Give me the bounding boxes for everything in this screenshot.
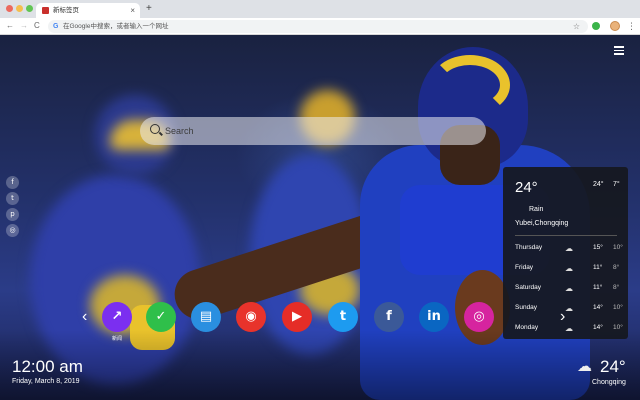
side-social-bar: f t p ◎ xyxy=(6,176,19,240)
forecast-low: 8° xyxy=(613,264,620,271)
clock-date: Friday, March 8, 2019 xyxy=(12,378,80,385)
forecast-row: Thursday ☁ 15° 10° xyxy=(515,241,623,261)
twitter-icon[interactable]: t xyxy=(328,302,358,332)
address-bar-placeholder: 在Google中搜索，或者输入一个网址 xyxy=(63,23,169,30)
tab-close-icon[interactable]: × xyxy=(130,5,135,16)
clock-time: 12:00 am xyxy=(12,357,83,376)
check-app-icon[interactable]: ✓ xyxy=(146,302,176,332)
forecast-day: Friday xyxy=(515,264,534,271)
forward-button[interactable]: → xyxy=(20,20,28,32)
forecast-high: 14° xyxy=(593,304,603,311)
cloud-icon: ☁ xyxy=(565,284,573,293)
game-app-icon[interactable]: ◉ xyxy=(236,302,266,332)
shortcut-label: 新闻 xyxy=(111,336,122,342)
forecast-low: 10° xyxy=(613,244,623,251)
forecast-day: Thursday xyxy=(515,244,543,251)
mini-weather-cloud-icon[interactable]: ☁ xyxy=(577,358,592,376)
reload-button[interactable]: C xyxy=(34,20,40,32)
extension-icon[interactable] xyxy=(592,22,600,30)
helmet-horn xyxy=(430,55,510,115)
forecast-row: Friday ☁ 11° 8° xyxy=(515,261,619,281)
new-tab-button[interactable]: + xyxy=(146,3,152,15)
shortcuts-prev-arrow[interactable]: ‹ xyxy=(82,307,87,327)
weather-location: Yubei,Chongqing xyxy=(515,220,569,227)
weather-condition: Rain xyxy=(529,206,544,213)
youtube-icon[interactable]: ▶ xyxy=(282,302,312,332)
close-window-button[interactable] xyxy=(6,5,13,12)
forecast-high: 15° xyxy=(593,244,603,251)
minimize-window-button[interactable] xyxy=(16,5,23,12)
browser-tab[interactable]: 新标签页 × xyxy=(36,3,140,18)
cloud-icon: ☁ xyxy=(565,264,573,273)
hamburger-menu-icon[interactable] xyxy=(614,46,624,55)
search-input[interactable] xyxy=(165,123,465,139)
address-bar[interactable]: G 在Google中搜索，或者输入一个网址 ☆ xyxy=(48,20,588,33)
mini-weather-city: Chongqing xyxy=(592,379,626,386)
forecast-high: 14° xyxy=(593,324,603,331)
forecast-low: 8° xyxy=(613,284,620,291)
current-temperature: 24° xyxy=(515,179,538,196)
forecast-high: 11° xyxy=(593,284,603,291)
facebook-icon[interactable]: f xyxy=(6,176,19,189)
maximize-window-button[interactable] xyxy=(26,5,33,12)
tab-favicon-icon xyxy=(42,7,49,14)
today-high: 24° xyxy=(593,181,604,188)
search-bar[interactable] xyxy=(140,117,486,145)
twitter-icon[interactable]: t xyxy=(6,192,19,205)
mini-weather-temp[interactable]: 24° xyxy=(600,357,626,377)
cloud-icon: ☁ xyxy=(565,244,573,253)
linkedin-icon[interactable]: in xyxy=(419,302,449,332)
tab-title: 新标签页 xyxy=(53,7,79,14)
shortcuts-next-arrow[interactable]: › xyxy=(560,307,565,327)
forecast-row: Saturday ☁ 11° 8° xyxy=(515,281,619,301)
forecast-high: 11° xyxy=(593,264,603,271)
instagram-icon[interactable]: ◎ xyxy=(464,302,494,332)
back-button[interactable]: ← xyxy=(6,20,14,32)
instagram-icon[interactable]: ◎ xyxy=(6,224,19,237)
forecast-low: 10° xyxy=(613,304,623,311)
google-g-icon: G xyxy=(53,23,59,30)
browser-tab-bar: 新标签页 × + xyxy=(0,0,640,18)
shortcut-bar: ‹ ↗ 新闻 ✓ ▤ ◉ ▶ t f in ◎ › xyxy=(82,302,572,342)
profile-avatar[interactable] xyxy=(610,21,620,31)
weather-divider xyxy=(515,235,617,236)
today-low: 7° xyxy=(613,181,620,188)
news-app-icon[interactable]: ▤ xyxy=(191,302,221,332)
browser-menu-icon[interactable]: ⋮ xyxy=(627,20,636,32)
forecast-low: 10° xyxy=(613,324,623,331)
forecast-day: Saturday xyxy=(515,284,542,291)
pinterest-icon[interactable]: p xyxy=(6,208,19,221)
browser-toolbar: ← → C G 在Google中搜索，或者输入一个网址 ☆ ⋮ xyxy=(0,18,640,35)
facebook-icon[interactable]: f xyxy=(374,302,404,332)
trend-app-icon[interactable]: ↗ xyxy=(102,302,132,332)
search-icon xyxy=(150,124,160,134)
bookmark-star-icon[interactable]: ☆ xyxy=(573,20,580,33)
